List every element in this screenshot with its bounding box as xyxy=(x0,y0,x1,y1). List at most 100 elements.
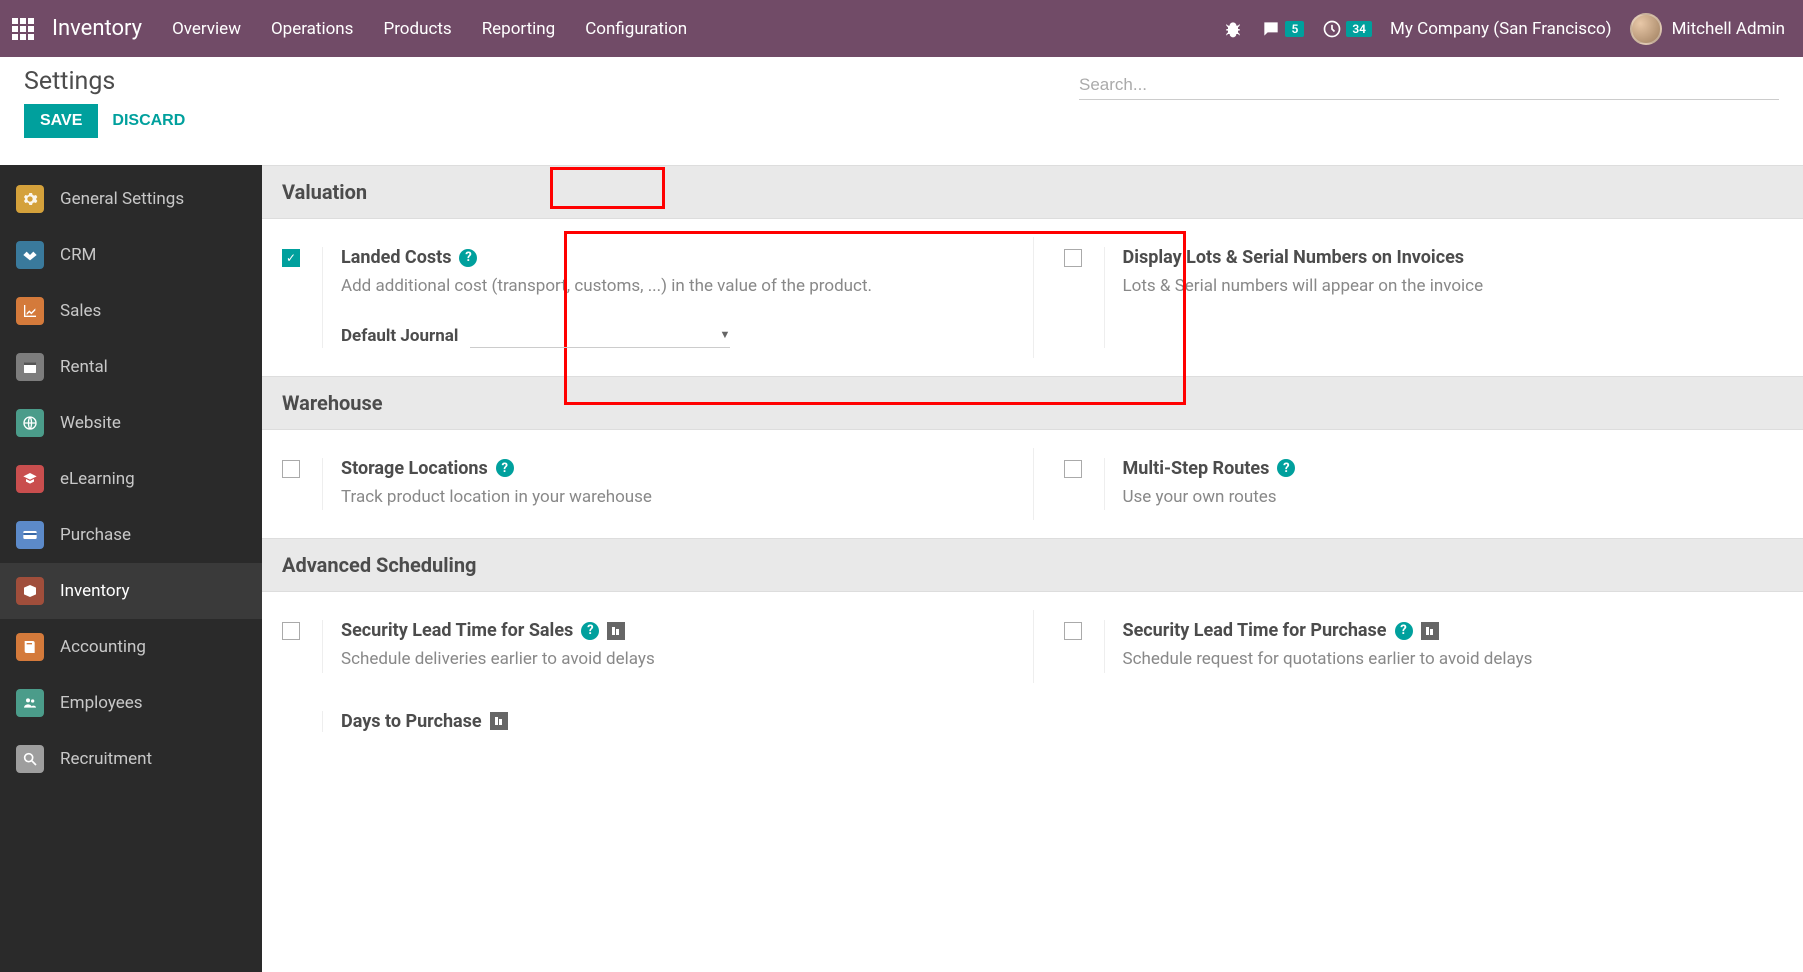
box-icon xyxy=(16,577,44,605)
credit-card-icon xyxy=(16,521,44,549)
nav-operations[interactable]: Operations xyxy=(271,19,354,39)
chart-icon xyxy=(16,297,44,325)
avatar xyxy=(1630,13,1662,45)
section-valuation: Valuation xyxy=(262,165,1803,219)
nav-configuration[interactable]: Configuration xyxy=(585,19,687,39)
nav-reporting[interactable]: Reporting xyxy=(482,19,556,39)
checkbox-security-purchase[interactable] xyxy=(1064,622,1082,640)
nav-products[interactable]: Products xyxy=(383,19,451,39)
save-button[interactable]: SAVE xyxy=(24,104,98,138)
globe-icon xyxy=(16,409,44,437)
setting-title-text: Landed Costs xyxy=(341,247,451,268)
setting-desc: Schedule request for quotations earlier … xyxy=(1123,647,1764,673)
debug-icon[interactable] xyxy=(1223,19,1243,39)
company-switcher[interactable]: My Company (San Francisco) xyxy=(1390,19,1612,39)
setting-security-lead-sales: Security Lead Time for Sales ? Schedule … xyxy=(282,610,1033,683)
sidebar-item-label: General Settings xyxy=(60,189,184,209)
sidebar-item-label: Accounting xyxy=(60,637,146,657)
help-icon[interactable]: ? xyxy=(1395,622,1413,640)
user-menu[interactable]: Mitchell Admin xyxy=(1630,13,1785,45)
setting-desc: Track product location in your warehouse xyxy=(341,485,1013,511)
setting-title-text: Days to Purchase xyxy=(341,711,482,732)
discard-button[interactable]: DISCARD xyxy=(112,112,185,130)
sidebar-item-accounting[interactable]: Accounting xyxy=(0,619,262,675)
sidebar-item-website[interactable]: Website xyxy=(0,395,262,451)
sidebar-item-employees[interactable]: Employees xyxy=(0,675,262,731)
sidebar-item-label: Inventory xyxy=(60,581,130,601)
gear-icon xyxy=(16,185,44,213)
sidebar-item-label: Website xyxy=(60,413,121,433)
apps-icon[interactable] xyxy=(12,18,34,40)
enterprise-icon[interactable] xyxy=(1421,622,1439,640)
sidebar-item-rental[interactable]: Rental xyxy=(0,339,262,395)
sidebar-item-sales[interactable]: Sales xyxy=(0,283,262,339)
default-journal-label: Default Journal xyxy=(341,326,458,346)
setting-storage-locations: Storage Locations ? Track product locati… xyxy=(282,448,1033,521)
setting-security-lead-purchase: Security Lead Time for Purchase ? Schedu… xyxy=(1033,610,1784,683)
search-box[interactable] xyxy=(1079,75,1779,100)
help-icon[interactable]: ? xyxy=(459,249,477,267)
setting-landed-costs: ✓ Landed Costs ? Add additional cost (tr… xyxy=(282,237,1033,358)
top-navbar: Inventory Overview Operations Products R… xyxy=(0,0,1803,57)
sidebar-item-general[interactable]: General Settings xyxy=(0,171,262,227)
setting-desc: Schedule deliveries earlier to avoid del… xyxy=(341,647,1013,673)
default-journal-select[interactable]: ▼ xyxy=(470,324,730,348)
sidebar-item-inventory[interactable]: Inventory xyxy=(0,563,262,619)
handshake-icon xyxy=(16,241,44,269)
help-icon[interactable]: ? xyxy=(1277,459,1295,477)
enterprise-icon[interactable] xyxy=(607,622,625,640)
setting-desc: Use your own routes xyxy=(1123,485,1764,511)
enterprise-icon[interactable] xyxy=(490,712,508,730)
settings-content: Valuation ✓ Landed Costs ? Add additiona… xyxy=(262,165,1803,972)
checkbox-multistep-routes[interactable] xyxy=(1064,460,1082,478)
app-brand[interactable]: Inventory xyxy=(52,16,142,41)
nav-menu: Overview Operations Products Reporting C… xyxy=(172,19,687,39)
setting-title-text: Multi-Step Routes xyxy=(1123,458,1270,479)
help-icon[interactable]: ? xyxy=(581,622,599,640)
user-name: Mitchell Admin xyxy=(1672,19,1785,39)
setting-title-text: Display Lots & Serial Numbers on Invoice… xyxy=(1123,247,1465,268)
sidebar-item-label: CRM xyxy=(60,245,96,265)
setting-desc: Lots & Serial numbers will appear on the… xyxy=(1123,274,1764,300)
activities-badge: 34 xyxy=(1346,21,1372,37)
sidebar-item-crm[interactable]: CRM xyxy=(0,227,262,283)
control-panel: Settings SAVE DISCARD xyxy=(0,57,1803,165)
setting-display-lots: Display Lots & Serial Numbers on Invoice… xyxy=(1033,237,1784,358)
section-warehouse: Warehouse xyxy=(262,376,1803,430)
graduation-icon xyxy=(16,465,44,493)
checkbox-security-sales[interactable] xyxy=(282,622,300,640)
setting-days-to-purchase: Days to Purchase xyxy=(282,701,1033,742)
messages-badge: 5 xyxy=(1285,21,1304,37)
people-icon xyxy=(16,689,44,717)
sidebar-item-label: eLearning xyxy=(60,469,135,489)
book-icon xyxy=(16,633,44,661)
setting-title-text: Security Lead Time for Sales xyxy=(341,620,573,641)
setting-title-text: Storage Locations xyxy=(341,458,488,479)
calendar-icon xyxy=(16,353,44,381)
messages-icon[interactable]: 5 xyxy=(1261,19,1304,39)
sidebar-item-label: Purchase xyxy=(60,525,131,545)
sidebar-item-purchase[interactable]: Purchase xyxy=(0,507,262,563)
activities-icon[interactable]: 34 xyxy=(1322,19,1372,39)
setting-desc: Add additional cost (transport, customs,… xyxy=(341,274,1013,300)
checkbox-display-lots[interactable] xyxy=(1064,249,1082,267)
settings-sidebar: General Settings CRM Sales Rental Websit… xyxy=(0,165,262,972)
setting-multistep-routes: Multi-Step Routes ? Use your own routes xyxy=(1033,448,1784,521)
navbar-right: 5 34 My Company (San Francisco) Mitchell… xyxy=(1223,13,1785,45)
sidebar-item-label: Rental xyxy=(60,357,108,377)
search-input[interactable] xyxy=(1079,75,1779,95)
nav-overview[interactable]: Overview xyxy=(172,19,241,39)
setting-title-text: Security Lead Time for Purchase xyxy=(1123,620,1387,641)
checkbox-storage-locations[interactable] xyxy=(282,460,300,478)
section-scheduling: Advanced Scheduling xyxy=(262,538,1803,592)
chevron-down-icon: ▼ xyxy=(719,328,730,341)
sidebar-item-label: Employees xyxy=(60,693,143,713)
checkbox-landed-costs[interactable]: ✓ xyxy=(282,249,300,267)
search-icon xyxy=(16,745,44,773)
sidebar-item-label: Sales xyxy=(60,301,101,321)
page-title: Settings xyxy=(24,67,185,96)
sidebar-item-recruitment[interactable]: Recruitment xyxy=(0,731,262,787)
sidebar-item-label: Recruitment xyxy=(60,749,152,769)
help-icon[interactable]: ? xyxy=(496,459,514,477)
sidebar-item-elearning[interactable]: eLearning xyxy=(0,451,262,507)
